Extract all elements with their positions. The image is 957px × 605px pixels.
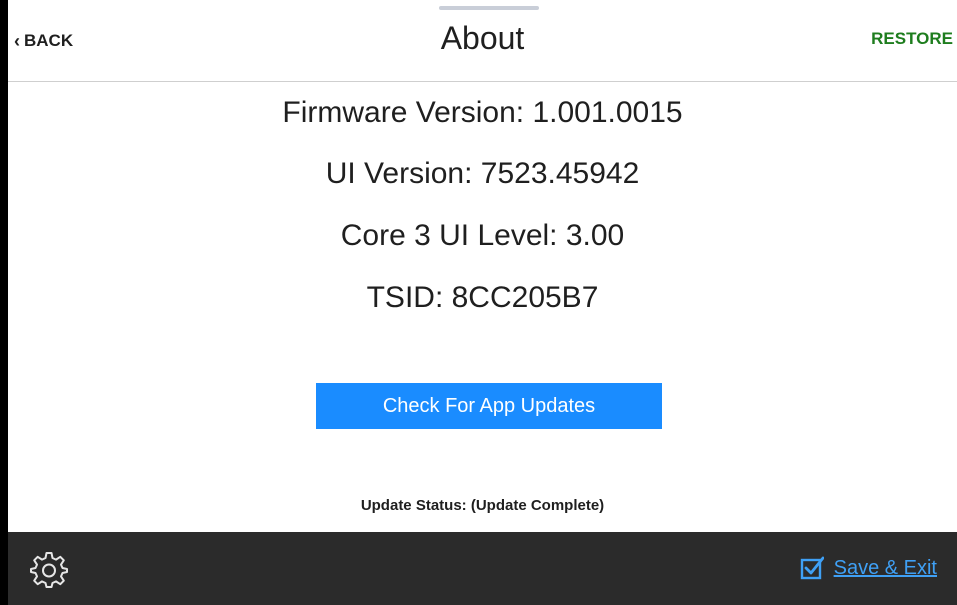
- page-title: About: [440, 20, 525, 56]
- ui-version: UI Version: 7523.45942: [325, 157, 640, 190]
- save-exit-label: Save & Exit: [833, 556, 937, 579]
- check-app-updates-button[interactable]: Check For App Updates: [316, 383, 662, 429]
- firmware-version: Firmware Version: 1.001.0015: [282, 96, 683, 129]
- header-bar: ‹ BACK About RESTORE: [8, 0, 957, 82]
- tsid: TSID: 8CC205B7: [366, 281, 599, 314]
- core-ui-level: Core 3 UI Level: 3.00: [340, 219, 625, 252]
- checkbox-checked-icon: [800, 556, 824, 580]
- restore-button[interactable]: RESTORE: [871, 29, 953, 49]
- gear-icon[interactable]: [30, 550, 68, 588]
- footer-bar: Save & Exit: [8, 532, 957, 605]
- update-status: Update Status: (Update Complete): [360, 497, 605, 514]
- save-exit-button[interactable]: Save & Exit: [800, 556, 937, 580]
- about-screen: ‹ BACK About RESTORE Firmware Version: 1…: [8, 0, 957, 605]
